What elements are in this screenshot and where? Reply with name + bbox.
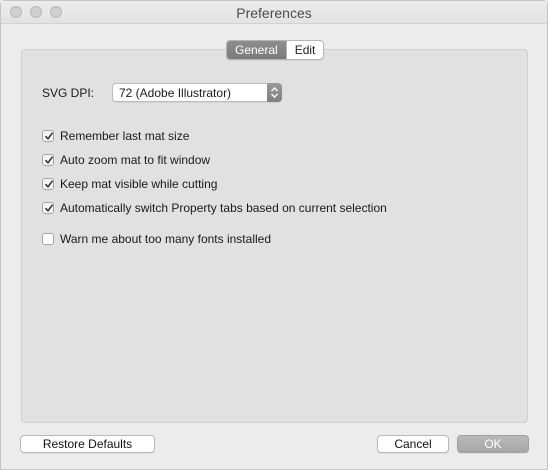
checkbox[interactable]: [42, 154, 54, 166]
option-remember-mat-size[interactable]: Remember last mat size: [42, 129, 189, 143]
tab-general[interactable]: General: [227, 41, 286, 59]
checkmark-icon: [44, 204, 54, 213]
svg-dpi-select[interactable]: 72 (Adobe Illustrator): [112, 83, 282, 102]
option-warn-too-many-fonts[interactable]: Warn me about too many fonts installed: [42, 232, 271, 246]
checkbox-label: Auto zoom mat to fit window: [60, 153, 211, 167]
title-bar: Preferences: [1, 1, 547, 24]
checkbox-label: Automatically switch Property tabs based…: [60, 201, 387, 215]
checkbox[interactable]: [42, 178, 54, 190]
svg-dpi-value: 72 (Adobe Illustrator): [119, 86, 232, 100]
updown-arrows-icon: [267, 83, 282, 102]
checkmark-icon: [44, 132, 54, 141]
checkmark-icon: [44, 180, 54, 189]
preferences-window: Preferences General Edit SVG DPI: 72 (Ad…: [0, 0, 548, 470]
ok-button[interactable]: OK: [457, 435, 529, 453]
checkbox-label: Remember last mat size: [60, 129, 190, 143]
checkmark-icon: [44, 156, 54, 165]
checkbox[interactable]: [42, 202, 54, 214]
checkbox-label: Keep mat visible while cutting: [60, 177, 218, 191]
tab-edit[interactable]: Edit: [285, 41, 324, 59]
checkbox-label: Warn me about too many fonts installed: [60, 232, 271, 246]
option-auto-switch-property-tabs[interactable]: Automatically switch Property tabs based…: [42, 201, 387, 215]
option-auto-zoom-mat[interactable]: Auto zoom mat to fit window: [42, 153, 210, 167]
svg-dpi-label: SVG DPI:: [42, 86, 95, 100]
checkbox[interactable]: [42, 233, 54, 245]
option-keep-mat-visible[interactable]: Keep mat visible while cutting: [42, 177, 217, 191]
checkbox[interactable]: [42, 130, 54, 142]
tab-bar: General Edit: [226, 40, 325, 60]
window-title: Preferences: [236, 5, 312, 21]
cancel-button[interactable]: Cancel: [377, 435, 449, 453]
restore-defaults-button[interactable]: Restore Defaults: [20, 435, 155, 453]
